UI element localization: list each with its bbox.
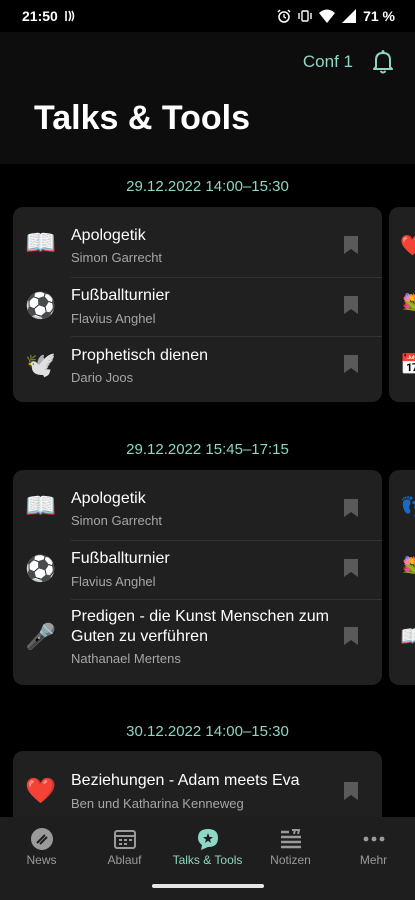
talk-card: 📖 Apologetik Simon Garrecht ⚽ Fußballtur… bbox=[13, 207, 382, 402]
talk-title: Fußballturnier bbox=[71, 550, 170, 567]
dove-icon: 🕊️ bbox=[25, 351, 57, 379]
soccer-ball-icon: ⚽ bbox=[25, 292, 57, 320]
peek-emoji: 👣 bbox=[400, 497, 415, 519]
slot-time: 29.12.2022 14:00–15:30 bbox=[126, 178, 289, 195]
talk-title: Prophetisch dienen bbox=[71, 347, 208, 364]
status-bar: 21:50 71 % bbox=[0, 0, 415, 32]
nav-news[interactable]: News bbox=[0, 817, 83, 873]
peek-emoji: 💐 bbox=[400, 557, 415, 579]
talk-title: Beziehungen - Adam meets Eva bbox=[71, 772, 300, 789]
nav-mehr[interactable]: Mehr bbox=[332, 817, 415, 873]
bookmark-icon[interactable] bbox=[344, 627, 358, 645]
slot-time: 29.12.2022 15:45–17:15 bbox=[126, 441, 289, 458]
heart-icon: ❤️ bbox=[25, 777, 57, 805]
notes-icon bbox=[279, 827, 303, 851]
talk-speaker: Dario Joos bbox=[71, 370, 134, 385]
book-icon: 📖 bbox=[25, 229, 57, 257]
more-icon bbox=[362, 827, 386, 851]
page-title: Talks & Tools bbox=[34, 99, 251, 137]
bookmark-icon[interactable] bbox=[344, 559, 358, 577]
status-time: 21:50 bbox=[22, 8, 58, 24]
talk-speaker: Ben und Katharina Kenneweg bbox=[71, 796, 244, 811]
nav-notizen[interactable]: Notizen bbox=[249, 817, 332, 873]
talk-title: Apologetik bbox=[71, 227, 146, 244]
talks-list[interactable]: 29.12.2022 14:00–15:30 ❤️ 💐 📅 📖 Apologet… bbox=[0, 164, 415, 817]
nfc-icon bbox=[64, 10, 76, 22]
nav-label: Ablauf bbox=[107, 853, 142, 867]
app-header: Conf 1 Talks & Tools bbox=[0, 32, 415, 164]
microphone-icon: 🎤 bbox=[25, 623, 57, 651]
wifi-icon bbox=[319, 9, 336, 23]
conference-selector[interactable]: Conf 1 bbox=[303, 52, 353, 72]
talk-title: Fußballturnier bbox=[71, 287, 170, 304]
talk-title: Apologetik bbox=[71, 490, 146, 507]
nav-label: Notizen bbox=[270, 853, 311, 867]
talk-speaker: Simon Garrecht bbox=[71, 513, 163, 528]
talk-row[interactable]: ❤️ Beziehungen - Adam meets Eva Ben und … bbox=[13, 751, 382, 817]
talk-speaker: Flavius Anghel bbox=[71, 574, 156, 589]
gesture-area bbox=[0, 873, 415, 900]
peek-emoji: 📅 bbox=[400, 354, 415, 376]
peek-emoji: 💐 bbox=[400, 294, 415, 316]
vibrate-icon bbox=[298, 9, 312, 23]
talk-row[interactable]: 🎤 Predigen - die Kunst Menschen zum Gute… bbox=[13, 600, 382, 685]
peek-emoji: 📖 bbox=[400, 626, 415, 648]
nav-ablauf[interactable]: Ablauf bbox=[83, 817, 166, 873]
talk-row[interactable]: ⚽ Fußballturnier Flavius Anghel bbox=[13, 541, 382, 599]
talk-speaker: Simon Garrecht bbox=[71, 250, 163, 265]
bell-icon[interactable] bbox=[369, 47, 397, 75]
talk-speaker: Flavius Anghel bbox=[71, 311, 156, 326]
slot-time: 30.12.2022 14:00–15:30 bbox=[126, 723, 289, 740]
bookmark-icon[interactable] bbox=[344, 296, 358, 314]
battery-percent: 71 % bbox=[363, 8, 395, 24]
bookmark-icon[interactable] bbox=[344, 782, 358, 800]
book-icon: 📖 bbox=[25, 492, 57, 520]
bookmark-icon[interactable] bbox=[344, 499, 358, 517]
talk-bubble-icon bbox=[196, 827, 220, 851]
talk-speaker: Nathanael Mertens bbox=[71, 651, 181, 666]
news-icon bbox=[30, 827, 54, 851]
bookmark-icon[interactable] bbox=[344, 355, 358, 373]
talk-title: Predigen - die Kunst Menschen zum Guten … bbox=[71, 608, 329, 645]
nav-label: News bbox=[26, 853, 57, 867]
nav-talks-tools[interactable]: Talks & Tools bbox=[166, 817, 249, 873]
home-gesture-bar[interactable] bbox=[152, 884, 264, 888]
bookmark-icon[interactable] bbox=[344, 236, 358, 254]
talk-row[interactable]: 📖 Apologetik Simon Garrecht bbox=[13, 470, 382, 539]
bottom-navigation: News Ablauf Talks & Tools Notizen Mehr bbox=[0, 817, 415, 873]
calendar-icon bbox=[113, 827, 137, 851]
signal-icon bbox=[342, 9, 357, 23]
nav-label: Mehr bbox=[359, 853, 388, 867]
talk-card: ❤️ Beziehungen - Adam meets Eva Ben und … bbox=[13, 751, 382, 817]
soccer-ball-icon: ⚽ bbox=[25, 555, 57, 583]
nav-label: Talks & Tools bbox=[172, 853, 243, 867]
talk-card: 📖 Apologetik Simon Garrecht ⚽ Fußballtur… bbox=[13, 470, 382, 685]
alarm-icon bbox=[277, 9, 291, 23]
talk-row[interactable]: ⚽ Fußballturnier Flavius Anghel bbox=[13, 278, 382, 336]
talk-row[interactable]: 📖 Apologetik Simon Garrecht bbox=[13, 207, 382, 276]
talk-row[interactable]: 🕊️ Prophetisch dienen Dario Joos bbox=[13, 337, 382, 402]
peek-emoji: ❤️ bbox=[400, 235, 415, 257]
